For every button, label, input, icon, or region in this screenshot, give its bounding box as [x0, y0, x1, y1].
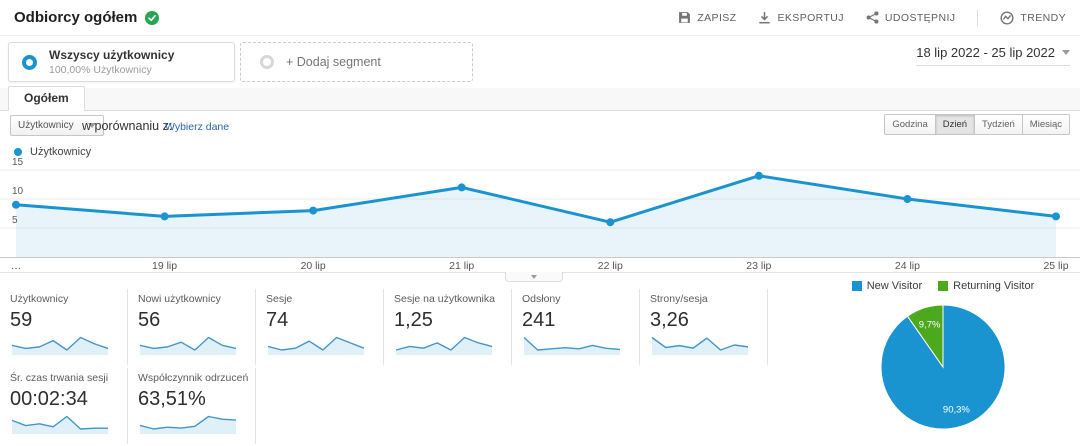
granularity-week-button[interactable]: Tydzień — [974, 114, 1023, 135]
granularity-month-button[interactable]: Miesiąc — [1021, 114, 1070, 135]
x-axis-label: 21 lip — [449, 260, 475, 272]
x-axis-label: 19 lip — [152, 260, 178, 272]
visitor-type-panel: New Visitor Returning Visitor 90,3% 9,7% — [818, 280, 1068, 437]
x-axis-label: 23 lip — [746, 260, 772, 272]
tab-overview[interactable]: Ogółem — [8, 86, 85, 111]
verified-check-icon — [145, 10, 160, 25]
svg-text:90,3%: 90,3% — [943, 405, 970, 416]
metric-sparkline — [522, 335, 630, 355]
y-axis-tick: 10 — [12, 186, 24, 197]
metric-value: 63,51% — [138, 388, 206, 410]
header: Odbiorcy ogółem ZAPISZ EKSPORTUJ UDOSTĘP… — [0, 0, 1080, 36]
metric-value: 241 — [522, 309, 556, 331]
metric-sparkline — [138, 414, 246, 434]
pie-legend: New Visitor Returning Visitor — [818, 280, 1068, 292]
page-title: Odbiorcy ogółem — [14, 9, 138, 26]
segment-all-users[interactable]: Wszyscy użytkownicy 100,00% Użytkownicy — [8, 42, 235, 82]
chevron-down-icon — [531, 274, 537, 279]
collapse-chart-button[interactable] — [505, 272, 563, 282]
add-segment-circle-icon — [260, 55, 274, 69]
metric-card-new-users[interactable]: Nowi użytkownicy 56 — [128, 289, 256, 365]
metric-card-pageviews[interactable]: Odsłony 241 — [512, 289, 640, 365]
metric-value: 00:02:34 — [10, 388, 88, 410]
metric-card-sessions[interactable]: Sesje 74 — [256, 289, 384, 365]
granularity-day-button[interactable]: Dzień — [934, 114, 976, 135]
metric-value: 3,26 — [650, 309, 689, 331]
svg-text:9,7%: 9,7% — [919, 319, 941, 330]
metric-label: Odsłony — [522, 293, 561, 305]
users-line-chart: 15 10 5 — [0, 157, 1080, 257]
metric-value: 74 — [266, 309, 289, 331]
share-icon — [866, 11, 879, 24]
tab-bar: Ogółem — [0, 86, 1080, 111]
visitor-type-pie-chart: 90,3% 9,7% — [873, 297, 1013, 437]
legend-item-returning-visitor: Returning Visitor — [938, 280, 1034, 292]
new-visitor-swatch-icon — [851, 281, 862, 291]
chart-legend: Użytkownicy — [14, 146, 91, 158]
metric-sparkline — [650, 335, 758, 355]
add-segment-label: + Dodaj segment — [286, 55, 381, 69]
x-axis: … 19 lip 20 lip 21 lip 22 lip 23 lip 24 lip 25 … — [0, 257, 1080, 273]
metric-card-avg-session-duration[interactable]: Śr. czas trwania sesji 00:02:34 — [0, 368, 128, 444]
granularity-hour-button[interactable]: Godzina — [884, 114, 936, 135]
download-icon — [759, 12, 771, 24]
metric-label: Użytkownicy — [10, 293, 69, 305]
toolbar: ZAPISZ EKSPORTUJ UDOSTĘPNIJ TRENDY — [678, 9, 1066, 26]
returning-visitor-swatch-icon — [938, 281, 949, 291]
x-axis-label: 25 lip — [1043, 260, 1069, 272]
segment-subtitle: 100,00% Użytkownicy — [49, 63, 152, 76]
metric-value: 1,25 — [394, 309, 433, 331]
metric-card-pages-per-session[interactable]: Strony/sesja 3,26 — [640, 289, 768, 365]
metric-label: Nowi użytkownicy — [138, 293, 221, 305]
metrics-summary: Użytkownicy 59 Nowi użytkownicy 56 Sesje… — [0, 289, 790, 444]
segment-title: Wszyscy użytkownicy — [49, 48, 175, 63]
line-chart-plot — [0, 160, 1080, 262]
legend-item-new-visitor: New Visitor — [851, 280, 922, 292]
metric-label: Śr. czas trwania sesji — [10, 372, 109, 384]
y-axis-tick: 15 — [12, 157, 24, 168]
metric-label: Sesje na użytkownika — [394, 293, 495, 305]
insights-icon — [1000, 10, 1014, 25]
metric-value: 56 — [138, 309, 161, 331]
save-button[interactable]: ZAPISZ — [678, 11, 736, 24]
add-segment-button[interactable]: + Dodaj segment — [240, 42, 473, 82]
save-icon — [679, 12, 691, 23]
x-axis-label: 22 lip — [597, 260, 623, 272]
metric-sparkline — [138, 335, 246, 355]
date-range-text: 18 lip 2022 - 25 lip 2022 — [916, 45, 1055, 60]
metric-sparkline — [10, 414, 118, 434]
insights-button[interactable]: TRENDY — [1000, 10, 1066, 25]
date-range-selector[interactable]: 18 lip 2022 - 25 lip 2022 — [916, 45, 1070, 66]
compare-label: w porównaniu z: — [82, 119, 173, 133]
metric-label: Sesje — [266, 293, 293, 305]
x-axis-label: 24 lip — [894, 260, 920, 272]
metric-sparkline — [10, 335, 118, 355]
toolbar-divider — [977, 9, 979, 26]
metric-value: 59 — [10, 309, 33, 331]
chevron-down-icon — [1062, 50, 1070, 55]
metric-card-bounce-rate[interactable]: Współczynnik odrzuceń 63,51% — [128, 368, 256, 444]
granularity-buttons: Godzina Dzień Tydzień Miesiąc — [884, 114, 1070, 135]
metric-label: Strony/sesja — [650, 293, 708, 305]
x-axis-label: … — [10, 260, 22, 272]
metric-card-users[interactable]: Użytkownicy 59 — [0, 289, 128, 365]
share-button[interactable]: UDOSTĘPNIJ — [866, 11, 956, 24]
metric-sparkline — [266, 335, 374, 355]
x-axis-label: 20 lip — [300, 260, 326, 272]
segment-circle-icon — [22, 54, 37, 70]
metric-sparkline — [394, 335, 502, 355]
export-button[interactable]: EKSPORTUJ — [758, 11, 844, 24]
metric-card-sessions-per-user[interactable]: Sesje na użytkownika 1,25 — [384, 289, 512, 365]
legend-dot-icon — [14, 148, 22, 156]
metric-label: Współczynnik odrzuceń — [138, 372, 249, 384]
y-axis-tick: 5 — [12, 215, 18, 226]
select-data-link[interactable]: Wybierz dane — [165, 121, 229, 133]
legend-label: Użytkownicy — [30, 146, 92, 158]
